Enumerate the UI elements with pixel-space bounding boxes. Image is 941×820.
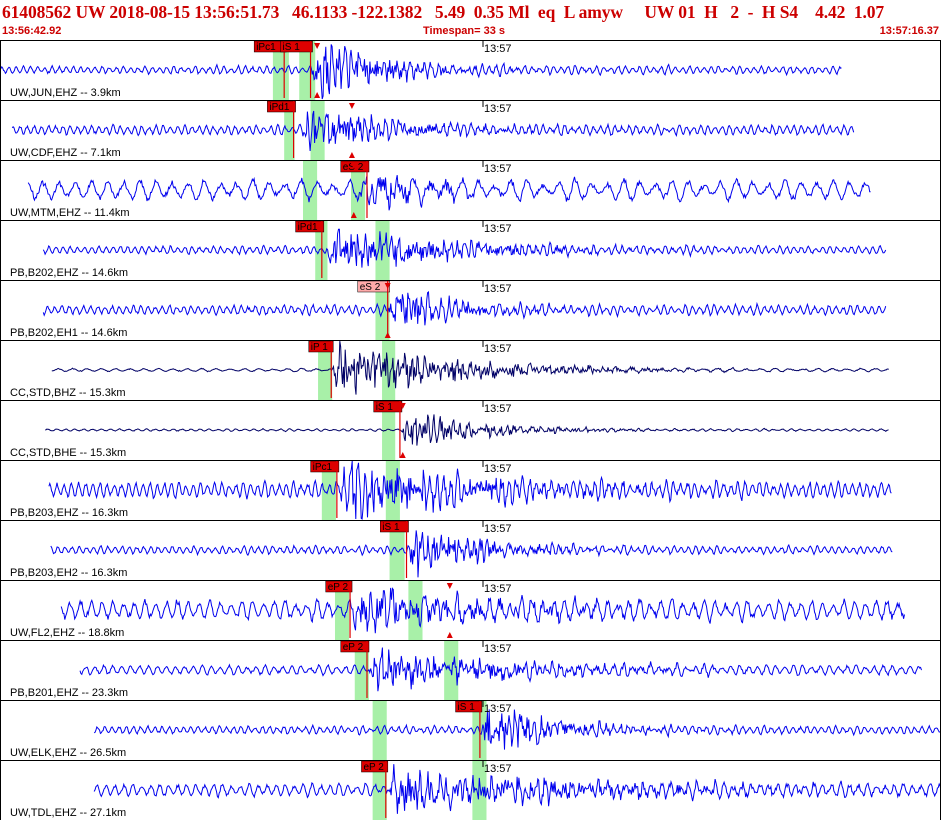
- minute-label: 13:57: [484, 403, 512, 415]
- minute-label: 13:57: [484, 43, 512, 55]
- event-summary-title: 61408562 UW 2018-08-15 13:56:51.73 46.11…: [2, 2, 885, 22]
- phase-pick-label: iS 1: [376, 402, 394, 413]
- channel-panel[interactable]: iS 1 13:57 PB,B203,EH2 -- 16.3km: [0, 520, 941, 581]
- phase-pick-label: iPd1: [269, 102, 289, 113]
- minute-label: 13:57: [484, 703, 512, 715]
- end-time-label: 13:57:16.37: [879, 25, 939, 37]
- phase-pick-label: eP 2: [363, 762, 384, 773]
- waveform-trace: [0, 44, 842, 100]
- channel-label: PB,B202,EH1 -- 14.6km: [10, 327, 127, 339]
- phase-pick-label: iPc1: [313, 462, 333, 473]
- waveform-trace: [11, 110, 855, 151]
- channel-label: CC,STD,BHZ -- 15.3km: [10, 387, 126, 399]
- channel-panel[interactable]: iPd1 13:57 PB,B202,EHZ -- 14.6km: [0, 220, 941, 281]
- phase-pick-label: iPc1: [256, 42, 276, 53]
- channel-label: UW,FL2,EHZ -- 18.8km: [10, 627, 124, 639]
- channel-panel[interactable]: eP 2 13:57 UW,TDL,EHZ -- 27.1km: [0, 760, 941, 820]
- phase-pick-label: iP 1: [311, 342, 328, 353]
- minute-label: 13:57: [484, 163, 512, 175]
- channel-label: UW,CDF,EHZ -- 7.1km: [10, 147, 121, 159]
- phase-pick-label: iS 1: [283, 42, 301, 53]
- minute-label: 13:57: [484, 283, 512, 295]
- waveform-trace: [48, 460, 892, 520]
- phase-pick-label: eP 2: [328, 582, 349, 593]
- phase-pick-label: eS 2: [360, 282, 381, 293]
- minute-label: 13:57: [484, 523, 512, 535]
- phase-pick-label: iPd1: [298, 222, 318, 233]
- marker-up-triangle-icon: [446, 632, 453, 638]
- channel-label: CC,STD,BHE -- 15.3km: [10, 447, 126, 459]
- minute-label: 13:57: [484, 643, 512, 655]
- timespan-label: Timespan= 33 s: [423, 25, 506, 37]
- minute-label: 13:57: [484, 223, 512, 235]
- channel-label: UW,JUN,EHZ -- 3.9km: [10, 87, 121, 99]
- marker-up-triangle-icon: [399, 452, 406, 458]
- channel-label: PB,B203,EH2 -- 16.3km: [10, 567, 127, 579]
- start-time-label: 13:56:42.92: [2, 25, 62, 37]
- channel-label: UW,MTM,EHZ -- 11.4km: [10, 207, 130, 219]
- minute-label: 13:57: [484, 763, 512, 775]
- phase-pick-label: iS 1: [458, 702, 476, 713]
- waveform-trace: [45, 414, 889, 446]
- panel-frame: [0, 160, 941, 221]
- marker-up-triangle-icon: [348, 152, 355, 158]
- seismogram-panels[interactable]: iPc1 iS 1 13:57 UW,JUN,EHZ -- 3.9km iPd1 13:5…: [0, 40, 941, 820]
- channel-panel[interactable]: eP 2 13:57 UW,FL2,EHZ -- 18.8km: [0, 580, 941, 641]
- seismogram-header: 61408562 UW 2018-08-15 13:56:51.73 46.11…: [0, 0, 941, 40]
- waveform-trace: [27, 175, 871, 211]
- waveform-trace: [93, 709, 941, 750]
- panel-frame: [0, 280, 941, 341]
- channel-panel[interactable]: iS 1 13:57 CC,STD,BHE -- 15.3km: [0, 400, 941, 461]
- pick-window: [408, 581, 423, 640]
- channel-panel[interactable]: eS 2 13:57UW,MTM,EHZ -- 11.4km: [0, 160, 941, 221]
- phase-pick-label: eP 2: [343, 642, 364, 653]
- channel-panel[interactable]: iS 1 13:57 UW,ELK,EHZ -- 26.5km: [0, 700, 941, 761]
- marker-down-triangle-icon: [446, 583, 453, 589]
- channel-panel[interactable]: iP 1 13:57 CC,STD,BHZ -- 15.3km: [0, 340, 941, 401]
- waveform-trace: [42, 291, 887, 326]
- waveform-trace: [50, 530, 893, 578]
- channel-label: UW,ELK,EHZ -- 26.5km: [10, 747, 126, 759]
- channel-panel[interactable]: eS 2 13:57 PB,B202,EH1 -- 14.6km: [0, 280, 941, 341]
- channel-label: PB,B201,EHZ -- 23.3km: [10, 687, 128, 699]
- waveform-trace: [42, 228, 887, 268]
- waveform-trace: [60, 587, 905, 634]
- phase-pick-label: iS 1: [382, 522, 400, 533]
- channel-label: PB,B203,EHZ -- 16.3km: [10, 507, 128, 519]
- minute-label: 13:57: [484, 463, 512, 475]
- channel-panel[interactable]: iPd1 13:57 UW,CDF,EHZ -- 7.1km: [0, 100, 941, 161]
- channel-panel[interactable]: eP 2 13:57 PB,B201,EHZ -- 23.3km: [0, 640, 941, 701]
- channel-panel[interactable]: iPc1 13:57 PB,B203,EHZ -- 16.3km: [0, 460, 941, 521]
- channel-panel[interactable]: iPc1 iS 1 13:57 UW,JUN,EHZ -- 3.9km: [0, 40, 941, 101]
- marker-down-triangle-icon: [348, 103, 355, 109]
- minute-label: 13:57: [484, 343, 512, 355]
- minute-label: 13:57: [484, 103, 512, 115]
- minute-label: 13:57: [484, 583, 512, 595]
- waveform-trace: [93, 764, 941, 814]
- panel-frame: [0, 580, 941, 641]
- channel-label: PB,B202,EHZ -- 14.6km: [10, 267, 128, 279]
- waveform-trace: [51, 341, 889, 395]
- channel-label: UW,TDL,EHZ -- 27.1km: [10, 807, 126, 819]
- panel-frame: [0, 640, 941, 701]
